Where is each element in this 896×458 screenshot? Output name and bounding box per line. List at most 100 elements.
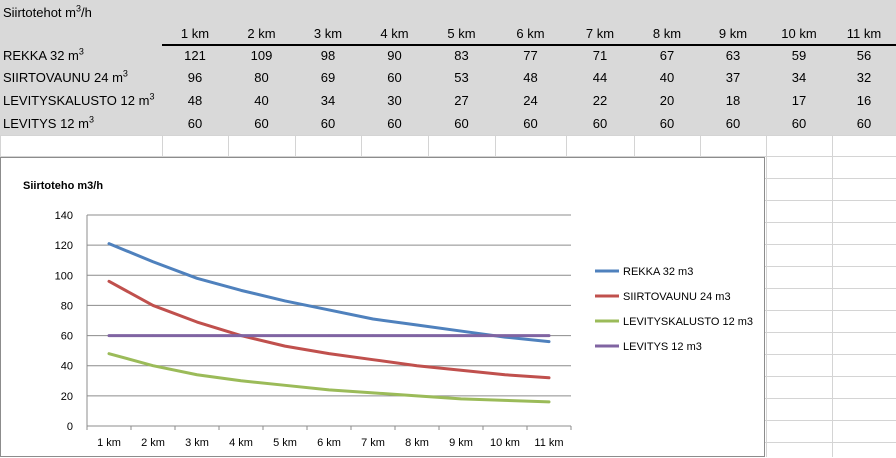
column-header[interactable]: 11 km bbox=[832, 23, 896, 45]
table-cell[interactable]: 83 bbox=[428, 45, 495, 67]
data-point bbox=[371, 358, 375, 361]
column-header[interactable]: 1 km bbox=[162, 23, 228, 45]
table-cell[interactable]: 67 bbox=[634, 45, 700, 67]
data-point bbox=[151, 260, 155, 263]
x-tick-label: 4 km bbox=[229, 437, 253, 449]
table-cell[interactable]: 17 bbox=[766, 90, 832, 112]
data-point bbox=[327, 388, 331, 392]
table-cell[interactable]: 109 bbox=[228, 45, 295, 67]
row-label-text: LEVITYSKALUSTO 12 m bbox=[3, 93, 150, 108]
table-cell[interactable]: 60 bbox=[766, 113, 832, 135]
data-point bbox=[371, 391, 375, 395]
chart-area[interactable]: Siirtoteho m3/h 0 20 40 60 80 100 120 140 1 km 2 k… bbox=[0, 157, 765, 457]
data-point bbox=[503, 334, 507, 337]
data-point bbox=[415, 334, 419, 337]
table-cell[interactable]: 20 bbox=[634, 90, 700, 112]
column-header[interactable]: 9 km bbox=[700, 23, 766, 45]
x-tick-label: 2 km bbox=[141, 437, 165, 449]
table-cell[interactable]: 60 bbox=[566, 113, 634, 135]
table-cell[interactable]: 69 bbox=[295, 67, 361, 89]
data-point bbox=[371, 334, 375, 337]
data-point bbox=[195, 277, 199, 280]
grid-line-vertical bbox=[766, 135, 767, 457]
table-cell[interactable]: 30 bbox=[361, 90, 428, 112]
x-tick-label: 10 km bbox=[490, 437, 520, 449]
table-cell[interactable]: 60 bbox=[162, 113, 228, 135]
table-cell[interactable]: 71 bbox=[566, 45, 634, 67]
table-cell[interactable]: 40 bbox=[228, 90, 295, 112]
x-tick-label: 1 km bbox=[97, 437, 121, 449]
y-tick-label: 100 bbox=[55, 270, 73, 282]
table-cell[interactable]: 34 bbox=[766, 67, 832, 89]
data-point bbox=[547, 400, 551, 404]
table-cell[interactable]: 60 bbox=[428, 113, 495, 135]
table-cell[interactable]: 16 bbox=[832, 90, 896, 112]
row-label[interactable]: LEVITYS 12 m3 bbox=[0, 113, 94, 135]
table-cell[interactable]: 40 bbox=[634, 67, 700, 89]
x-tick-label: 6 km bbox=[317, 437, 341, 449]
column-header[interactable]: 4 km bbox=[361, 23, 428, 45]
table-cell[interactable]: 60 bbox=[361, 67, 428, 89]
table-cell[interactable]: 60 bbox=[295, 113, 361, 135]
data-point bbox=[547, 340, 551, 343]
row-label[interactable]: LEVITYSKALUSTO 12 m3 bbox=[0, 90, 154, 112]
table-cell[interactable]: 24 bbox=[495, 90, 566, 112]
series-line-3 bbox=[107, 352, 551, 404]
table-cell[interactable]: 37 bbox=[700, 67, 766, 89]
table-cell[interactable]: 32 bbox=[832, 67, 896, 89]
legend-label: LEVITYSKALUSTO 12 m3 bbox=[623, 316, 753, 328]
series-line-2 bbox=[107, 279, 551, 380]
table-cell[interactable]: 60 bbox=[228, 113, 295, 135]
table-cell[interactable]: 60 bbox=[495, 113, 566, 135]
data-point bbox=[239, 289, 243, 292]
data-point bbox=[459, 397, 463, 401]
data-point bbox=[107, 334, 111, 337]
data-point bbox=[239, 334, 243, 337]
grid-line-horizontal bbox=[0, 135, 896, 136]
table-cell[interactable]: 63 bbox=[700, 45, 766, 67]
table-cell[interactable]: 60 bbox=[634, 113, 700, 135]
table-cell[interactable]: 98 bbox=[295, 45, 361, 67]
table-cell[interactable]: 96 bbox=[162, 67, 228, 89]
data-point bbox=[371, 317, 375, 321]
data-point bbox=[503, 373, 507, 376]
table-cell[interactable]: 60 bbox=[700, 113, 766, 135]
column-header[interactable]: 3 km bbox=[295, 23, 361, 45]
x-tick-label: 5 km bbox=[273, 437, 297, 449]
table-cell[interactable]: 77 bbox=[495, 45, 566, 67]
column-header[interactable]: 2 km bbox=[228, 23, 295, 45]
table-cell[interactable]: 121 bbox=[162, 45, 228, 67]
row-label[interactable]: REKKA 32 m3 bbox=[0, 45, 84, 67]
column-header[interactable]: 5 km bbox=[428, 23, 495, 45]
column-header[interactable]: 8 km bbox=[634, 23, 700, 45]
row-label-text: REKKA 32 m bbox=[3, 48, 79, 63]
row-label[interactable]: SIIRTOVAUNU 24 m3 bbox=[0, 67, 128, 89]
legend-label: SIIRTOVAUNU 24 m3 bbox=[623, 291, 731, 303]
table-cell[interactable]: 44 bbox=[566, 67, 634, 89]
table-cell[interactable]: 60 bbox=[361, 113, 428, 135]
table-cell[interactable]: 59 bbox=[766, 45, 832, 67]
table-cell[interactable]: 27 bbox=[428, 90, 495, 112]
legend-label: LEVITYS 12 m3 bbox=[623, 341, 702, 353]
table-cell[interactable]: 34 bbox=[295, 90, 361, 112]
table-cell[interactable]: 60 bbox=[832, 113, 896, 135]
table-cell[interactable]: 48 bbox=[495, 67, 566, 89]
row-label-text: SIIRTOVAUNU 24 m bbox=[3, 70, 123, 85]
table-cell[interactable]: 22 bbox=[566, 90, 634, 112]
table-cell[interactable]: 80 bbox=[228, 67, 295, 89]
column-header[interactable]: 10 km bbox=[766, 23, 832, 45]
table-cell[interactable]: 18 bbox=[700, 90, 766, 112]
chart-title: Siirtoteho m3/h bbox=[23, 180, 103, 192]
column-header[interactable]: 6 km bbox=[495, 23, 566, 45]
x-tick-label: 11 km bbox=[534, 437, 563, 449]
table-cell[interactable]: 48 bbox=[162, 90, 228, 112]
table-cell[interactable]: 53 bbox=[428, 67, 495, 89]
column-header[interactable]: 7 km bbox=[566, 23, 634, 45]
data-point bbox=[151, 334, 155, 337]
table-cell[interactable]: 90 bbox=[361, 45, 428, 67]
table-title[interactable]: Siirtotehot m3/h bbox=[0, 2, 92, 24]
data-point bbox=[283, 334, 287, 337]
table-cell[interactable]: 56 bbox=[832, 45, 896, 67]
row-label-text: LEVITYS 12 m bbox=[3, 116, 89, 131]
data-point bbox=[415, 364, 419, 367]
